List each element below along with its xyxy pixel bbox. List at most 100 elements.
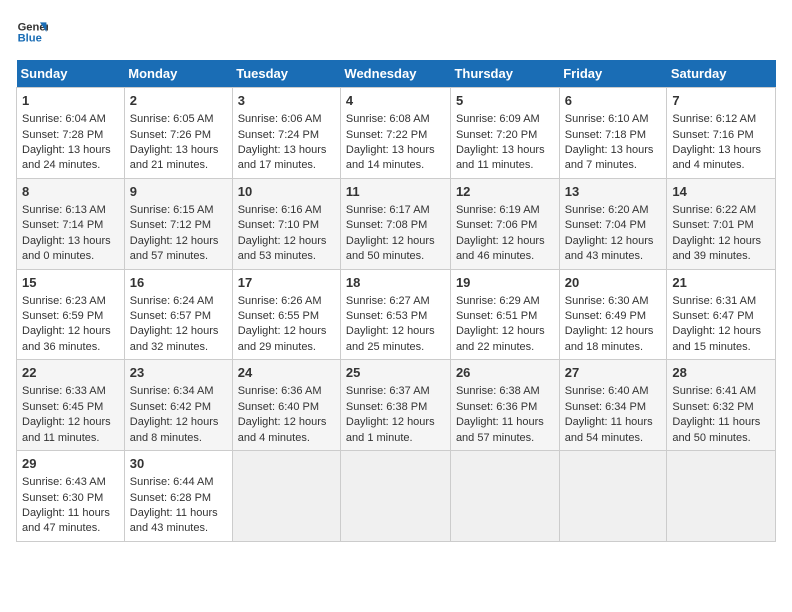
calendar-cell: 8Sunrise: 6:13 AMSunset: 7:14 PMDaylight…	[17, 178, 125, 269]
calendar-header-cell: Friday	[559, 60, 667, 88]
day-number: 14	[672, 183, 770, 201]
calendar-row: 15Sunrise: 6:23 AMSunset: 6:59 PMDayligh…	[17, 269, 776, 360]
sunset-text: Sunset: 7:20 PM	[456, 129, 537, 141]
svg-text:Blue: Blue	[18, 33, 42, 45]
day-number: 6	[565, 92, 662, 110]
calendar-header-cell: Wednesday	[340, 60, 450, 88]
calendar-cell: 23Sunrise: 6:34 AMSunset: 6:42 PMDayligh…	[124, 360, 232, 451]
calendar-row: 29Sunrise: 6:43 AMSunset: 6:30 PMDayligh…	[17, 451, 776, 542]
calendar-cell: 18Sunrise: 6:27 AMSunset: 6:53 PMDayligh…	[340, 269, 450, 360]
sunset-text: Sunset: 7:06 PM	[456, 219, 537, 231]
sunset-text: Sunset: 6:51 PM	[456, 310, 537, 322]
calendar-cell: 16Sunrise: 6:24 AMSunset: 6:57 PMDayligh…	[124, 269, 232, 360]
sunset-text: Sunset: 6:32 PM	[672, 401, 753, 413]
calendar-header-cell: Thursday	[450, 60, 559, 88]
calendar-cell: 20Sunrise: 6:30 AMSunset: 6:49 PMDayligh…	[559, 269, 667, 360]
calendar-header-cell: Monday	[124, 60, 232, 88]
calendar-cell: 24Sunrise: 6:36 AMSunset: 6:40 PMDayligh…	[232, 360, 340, 451]
sunset-text: Sunset: 7:01 PM	[672, 219, 753, 231]
daylight-text: Daylight: 12 hours and 15 minutes.	[672, 325, 761, 352]
daylight-text: Daylight: 12 hours and 11 minutes.	[22, 416, 111, 443]
sunrise-text: Sunrise: 6:10 AM	[565, 113, 649, 125]
calendar-cell: 13Sunrise: 6:20 AMSunset: 7:04 PMDayligh…	[559, 178, 667, 269]
day-number: 27	[565, 364, 662, 382]
calendar-cell: 10Sunrise: 6:16 AMSunset: 7:10 PMDayligh…	[232, 178, 340, 269]
calendar-cell: 11Sunrise: 6:17 AMSunset: 7:08 PMDayligh…	[340, 178, 450, 269]
calendar-row: 8Sunrise: 6:13 AMSunset: 7:14 PMDaylight…	[17, 178, 776, 269]
daylight-text: Daylight: 12 hours and 32 minutes.	[130, 325, 219, 352]
sunrise-text: Sunrise: 6:16 AM	[238, 204, 322, 216]
sunrise-text: Sunrise: 6:41 AM	[672, 385, 756, 397]
sunrise-text: Sunrise: 6:15 AM	[130, 204, 214, 216]
sunrise-text: Sunrise: 6:33 AM	[22, 385, 106, 397]
day-number: 2	[130, 92, 227, 110]
sunset-text: Sunset: 7:22 PM	[346, 129, 427, 141]
sunrise-text: Sunrise: 6:20 AM	[565, 204, 649, 216]
sunrise-text: Sunrise: 6:43 AM	[22, 476, 106, 488]
sunrise-text: Sunrise: 6:27 AM	[346, 295, 430, 307]
calendar-header-cell: Sunday	[17, 60, 125, 88]
sunset-text: Sunset: 6:30 PM	[22, 492, 103, 504]
sunset-text: Sunset: 7:18 PM	[565, 129, 646, 141]
sunset-text: Sunset: 6:55 PM	[238, 310, 319, 322]
day-number: 29	[22, 455, 119, 473]
daylight-text: Daylight: 13 hours and 17 minutes.	[238, 144, 327, 171]
day-number: 26	[456, 364, 554, 382]
daylight-text: Daylight: 13 hours and 21 minutes.	[130, 144, 219, 171]
sunset-text: Sunset: 7:16 PM	[672, 129, 753, 141]
day-number: 28	[672, 364, 770, 382]
sunset-text: Sunset: 7:14 PM	[22, 219, 103, 231]
sunset-text: Sunset: 6:40 PM	[238, 401, 319, 413]
day-number: 23	[130, 364, 227, 382]
day-number: 12	[456, 183, 554, 201]
day-number: 22	[22, 364, 119, 382]
daylight-text: Daylight: 12 hours and 50 minutes.	[346, 235, 435, 262]
logo-icon: General Blue	[16, 16, 48, 48]
sunrise-text: Sunrise: 6:06 AM	[238, 113, 322, 125]
calendar-cell: 28Sunrise: 6:41 AMSunset: 6:32 PMDayligh…	[667, 360, 776, 451]
daylight-text: Daylight: 12 hours and 53 minutes.	[238, 235, 327, 262]
day-number: 3	[238, 92, 335, 110]
daylight-text: Daylight: 13 hours and 4 minutes.	[672, 144, 761, 171]
daylight-text: Daylight: 11 hours and 57 minutes.	[456, 416, 544, 443]
calendar-cell	[450, 451, 559, 542]
sunrise-text: Sunrise: 6:37 AM	[346, 385, 430, 397]
calendar-header-cell: Saturday	[667, 60, 776, 88]
sunrise-text: Sunrise: 6:38 AM	[456, 385, 540, 397]
sunrise-text: Sunrise: 6:09 AM	[456, 113, 540, 125]
sunset-text: Sunset: 6:47 PM	[672, 310, 753, 322]
day-number: 11	[346, 183, 445, 201]
sunset-text: Sunset: 7:04 PM	[565, 219, 646, 231]
sunrise-text: Sunrise: 6:36 AM	[238, 385, 322, 397]
calendar-header-row: SundayMondayTuesdayWednesdayThursdayFrid…	[17, 60, 776, 88]
sunrise-text: Sunrise: 6:23 AM	[22, 295, 106, 307]
sunrise-text: Sunrise: 6:12 AM	[672, 113, 756, 125]
sunset-text: Sunset: 7:28 PM	[22, 129, 103, 141]
calendar-row: 22Sunrise: 6:33 AMSunset: 6:45 PMDayligh…	[17, 360, 776, 451]
day-number: 7	[672, 92, 770, 110]
calendar-cell: 12Sunrise: 6:19 AMSunset: 7:06 PMDayligh…	[450, 178, 559, 269]
sunset-text: Sunset: 6:53 PM	[346, 310, 427, 322]
day-number: 20	[565, 274, 662, 292]
calendar-cell: 25Sunrise: 6:37 AMSunset: 6:38 PMDayligh…	[340, 360, 450, 451]
day-number: 17	[238, 274, 335, 292]
day-number: 18	[346, 274, 445, 292]
calendar-cell: 26 Sunrise: 6:38 AM Sunset: 6:36 PM Dayligh…	[450, 360, 559, 451]
day-number: 19	[456, 274, 554, 292]
sunrise-text: Sunrise: 6:30 AM	[565, 295, 649, 307]
calendar-cell: 27Sunrise: 6:40 AMSunset: 6:34 PMDayligh…	[559, 360, 667, 451]
day-number: 25	[346, 364, 445, 382]
daylight-text: Daylight: 13 hours and 14 minutes.	[346, 144, 435, 171]
sunrise-text: Sunrise: 6:29 AM	[456, 295, 540, 307]
sunset-text: Sunset: 6:36 PM	[456, 401, 537, 413]
sunset-text: Sunset: 6:42 PM	[130, 401, 211, 413]
daylight-text: Daylight: 12 hours and 8 minutes.	[130, 416, 219, 443]
daylight-text: Daylight: 13 hours and 11 minutes.	[456, 144, 545, 171]
daylight-text: Daylight: 12 hours and 29 minutes.	[238, 325, 327, 352]
sunrise-text: Sunrise: 6:17 AM	[346, 204, 430, 216]
sunrise-text: Sunrise: 6:22 AM	[672, 204, 756, 216]
sunrise-text: Sunrise: 6:19 AM	[456, 204, 540, 216]
calendar-header-cell: Tuesday	[232, 60, 340, 88]
daylight-text: Daylight: 12 hours and 36 minutes.	[22, 325, 111, 352]
sunrise-text: Sunrise: 6:40 AM	[565, 385, 649, 397]
